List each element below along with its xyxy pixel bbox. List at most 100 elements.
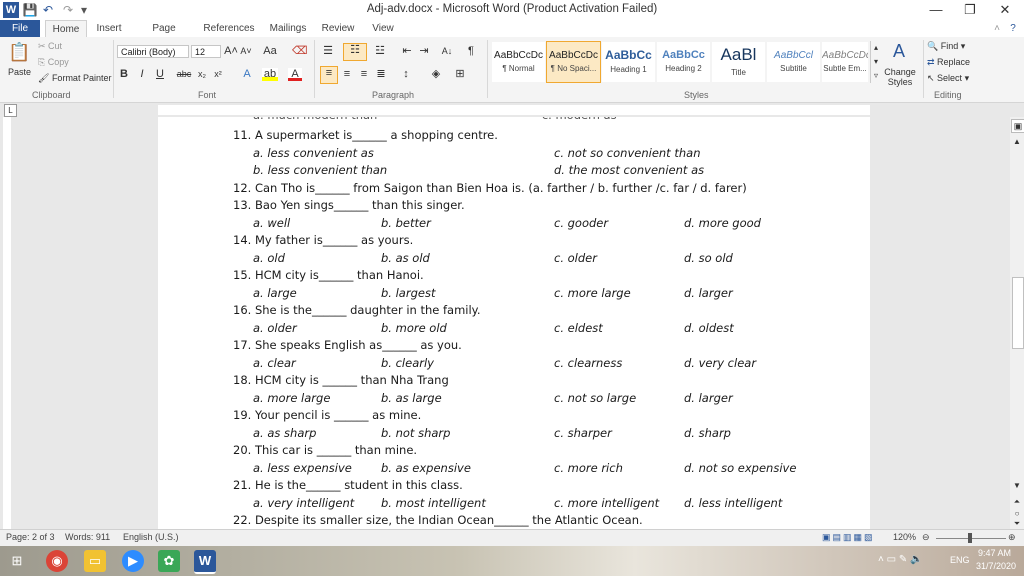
style-heading-2[interactable]: AaBbCc Heading 2 — [656, 41, 711, 83]
justify-icon[interactable]: ≣ — [374, 68, 388, 81]
word-count[interactable]: Words: 911 — [65, 532, 110, 542]
replace-button[interactable]: ⇄ Replace — [927, 57, 970, 68]
page-count[interactable]: Page: 2 of 3 — [6, 532, 55, 542]
font-color-icon[interactable]: A — [288, 68, 302, 81]
decrease-indent-icon[interactable]: ⇤ — [400, 45, 414, 58]
tab-selector-icon[interactable]: L — [4, 104, 17, 117]
change-styles-button[interactable]: Change Styles — [882, 67, 918, 87]
answer-option[interactable]: c. clearness — [554, 356, 622, 370]
find-button[interactable]: 🔍 Find ▾ — [927, 41, 965, 52]
question-line[interactable]: 14. My father is______ as yours. — [233, 233, 413, 247]
style-title[interactable]: AaBl Title — [711, 41, 766, 83]
document-page[interactable]: a. much modern than c. modern as 11. A s… — [158, 117, 870, 529]
style-no-spacing[interactable]: AaBbCcDc ¶ No Spaci... — [546, 41, 601, 83]
question-line[interactable]: 17. She speaks English as______ as you. — [233, 338, 462, 352]
tab-page-layout[interactable]: Page Layout — [136, 20, 192, 51]
zoom-app-icon[interactable]: ▶ — [122, 550, 144, 572]
cut-button[interactable]: ✂ Cut — [38, 41, 62, 52]
answer-option[interactable]: d. larger — [684, 286, 733, 300]
answer-option[interactable]: b. less convenient than — [253, 163, 387, 177]
borders-icon[interactable]: ⊞ — [452, 68, 468, 81]
font-name-combo[interactable]: Calibri (Body) — [117, 45, 189, 58]
chrome-icon[interactable]: ◉ — [46, 550, 68, 572]
answer-option[interactable]: d. the most convenient as — [554, 163, 704, 177]
answer-option[interactable]: b. as large — [381, 391, 442, 405]
question-line[interactable]: 13. Bao Yen sings______ than this singer… — [233, 198, 465, 212]
language-indicator[interactable]: English (U.S.) — [123, 532, 179, 542]
question-line[interactable]: 19. Your pencil is ______ as mine. — [233, 408, 421, 422]
sort-icon[interactable]: A↓ — [440, 45, 454, 58]
word-taskbar-icon[interactable]: W — [194, 550, 216, 574]
line-spacing-icon[interactable]: ↕ — [398, 68, 414, 81]
tab-insert[interactable]: Insert — [92, 20, 126, 37]
style-normal[interactable]: AaBbCcDc ¶ Normal — [491, 41, 546, 83]
question-line[interactable]: 22. Despite its smaller size, the Indian… — [233, 513, 643, 527]
scroll-up-icon[interactable]: ▲ — [1012, 135, 1022, 148]
answer-option[interactable]: b. better — [381, 216, 431, 230]
align-left-icon[interactable]: ≡ — [320, 66, 338, 84]
numbering-icon[interactable]: ☷ — [343, 43, 367, 61]
question-line[interactable]: 12. Can Tho is______ from Saigon than Bi… — [233, 181, 747, 195]
question-line[interactable]: 15. HCM city is______ than Hanoi. — [233, 268, 424, 282]
answer-option[interactable]: c. gooder — [554, 216, 608, 230]
answer-option[interactable]: a. less expensive — [253, 461, 352, 475]
restore-button[interactable]: ❐ — [953, 0, 987, 20]
answer-option[interactable]: c. more large — [554, 286, 631, 300]
answer-option[interactable]: a. old — [253, 251, 285, 265]
answer-option[interactable]: d. not so expensive — [684, 461, 796, 475]
align-right-icon[interactable]: ≡ — [357, 68, 371, 81]
answer-option[interactable]: d. sharp — [684, 426, 731, 440]
zoom-level[interactable]: 120% — [893, 532, 916, 542]
italic-icon[interactable]: I — [136, 68, 148, 81]
answer-option[interactable]: d. very clear — [684, 356, 756, 370]
answer-option[interactable]: a. older — [253, 321, 297, 335]
superscript-icon[interactable]: x² — [212, 68, 224, 81]
change-case-icon[interactable]: Aa — [262, 45, 278, 58]
horizontal-ruler[interactable]: L — [0, 103, 1024, 117]
subscript-icon[interactable]: x₂ — [196, 68, 208, 81]
scroll-thumb[interactable] — [1012, 277, 1024, 349]
tab-view[interactable]: View — [366, 20, 400, 37]
increase-indent-icon[interactable]: ⇥ — [417, 45, 431, 58]
question-line[interactable]: 21. He is the______ student in this clas… — [233, 478, 463, 492]
help-icon[interactable]: ? — [1006, 20, 1020, 37]
answer-option[interactable]: c. older — [554, 251, 597, 265]
clear-format-icon[interactable]: ⌫ — [292, 45, 308, 58]
scroll-down-icon[interactable]: ▼ — [1012, 479, 1022, 492]
start-icon[interactable]: ⊞ — [6, 550, 28, 572]
green-app-icon[interactable]: ✿ — [158, 550, 180, 572]
answer-option[interactable]: c. sharper — [554, 426, 612, 440]
close-button[interactable]: ✕ — [988, 0, 1022, 20]
zoom-slider-thumb[interactable] — [968, 533, 972, 543]
view-buttons[interactable]: ▣▤▥▦▧ — [822, 532, 875, 543]
show-hidden-icons[interactable]: ˄ ▭ ✎ 🔈 — [878, 554, 922, 565]
question-line[interactable]: 16. She is the______ daughter in the fam… — [233, 303, 481, 317]
minimize-ribbon-icon[interactable]: ˄ — [990, 20, 1004, 37]
clock-date[interactable]: 31/7/2020 — [976, 561, 1016, 571]
answer-option[interactable]: a. very intelligent — [253, 496, 354, 510]
file-explorer-icon[interactable]: ▭ — [84, 550, 106, 572]
zoom-in-icon[interactable]: ⊕ — [1008, 532, 1016, 543]
clock-time[interactable]: 9:47 AM — [978, 548, 1011, 558]
tab-mailings[interactable]: Mailings — [266, 20, 310, 37]
vertical-scrollbar[interactable]: ▣ ▲ ▼ ⏶ ○ ⏷ — [1010, 117, 1024, 529]
underline-icon[interactable]: U — [154, 68, 166, 81]
question-line[interactable]: 20. This car is ______ than mine. — [233, 443, 417, 457]
question-line[interactable]: 11. A supermarket is______ a shopping ce… — [233, 128, 498, 142]
answer-option[interactable]: c. eldest — [554, 321, 603, 335]
answer-option[interactable]: d. less intelligent — [684, 496, 782, 510]
bullets-icon[interactable]: ☰ — [320, 45, 336, 58]
answer-option[interactable]: c. more rich — [554, 461, 623, 475]
answer-option[interactable]: b. most intelligent — [381, 496, 486, 510]
answer-option[interactable]: a. less convenient as — [253, 146, 374, 160]
minimize-button[interactable]: — — [919, 0, 953, 20]
view-ruler-icon[interactable]: ▣ — [1011, 119, 1024, 133]
style-heading-1[interactable]: AaBbCc Heading 1 — [601, 41, 656, 83]
tab-file[interactable]: File — [0, 20, 40, 37]
zoom-out-icon[interactable]: ⊖ — [922, 532, 930, 543]
answer-option[interactable]: d. oldest — [684, 321, 734, 335]
multilevel-list-icon[interactable]: ☳ — [372, 45, 388, 58]
bold-icon[interactable]: B — [118, 68, 130, 81]
answer-option[interactable]: a. large — [253, 286, 297, 300]
show-formatting-icon[interactable]: ¶ — [465, 45, 477, 58]
